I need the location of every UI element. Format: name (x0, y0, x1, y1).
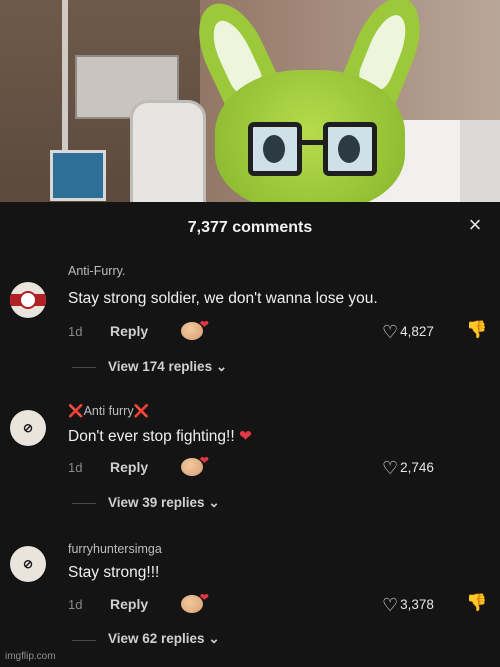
crossed-paw-icon: ⊘ (22, 421, 34, 435)
comment-item: ⊘ furryhuntersimga Stay strong!!! 1d Rep… (0, 526, 500, 662)
cross-mark-icon: ❌ (68, 404, 84, 418)
bed-rail-right (460, 120, 500, 202)
divider (72, 367, 96, 368)
divider (72, 503, 96, 504)
comment-text: Stay strong!!! (68, 564, 160, 581)
dislike-icon[interactable]: 👎 (466, 320, 487, 340)
reaction-emoji-icon[interactable]: ❤ (181, 592, 209, 613)
comment-age: 1d (68, 597, 83, 612)
comment-age: 1d (68, 324, 83, 339)
glasses-lens-left (248, 122, 302, 176)
bed-rail-left (130, 100, 206, 202)
like-button[interactable]: ♡ 2,746 (382, 458, 434, 479)
watermark: imgflip.com (5, 651, 56, 662)
view-replies-button[interactable]: View 62 replies ⌄ (108, 631, 220, 647)
comment-age: 1d (68, 460, 83, 475)
dislike-icon[interactable]: 👎 (466, 593, 487, 613)
glasses-lens-right (323, 122, 377, 176)
comment-username[interactable]: Anti-Furry. (68, 264, 125, 278)
patient-monitor (50, 150, 106, 201)
glasses-bridge (298, 140, 326, 145)
red-heart-icon: ❤ (238, 428, 252, 445)
view-replies-button[interactable]: View 174 replies ⌄ (108, 359, 227, 375)
chevron-down-icon: ⌄ (208, 631, 220, 646)
heart-outline-icon: ♡ (382, 322, 399, 342)
like-button[interactable]: ♡ 3,378 (382, 595, 434, 616)
reply-button[interactable]: Reply (110, 323, 148, 339)
heart-outline-icon: ♡ (382, 458, 399, 478)
crossed-paw-icon: ⊘ (22, 557, 34, 571)
reply-button[interactable]: Reply (110, 596, 148, 612)
heart-outline-icon: ♡ (382, 595, 399, 615)
comments-sheet: 7,377 comments × Anti-Furry. Stay strong… (0, 202, 500, 667)
comment-username[interactable]: ❌Anti furry❌ (68, 404, 149, 419)
cross-mark-icon: ❌ (133, 404, 150, 418)
comment-text: Stay strong soldier, we don't wanna lose… (68, 290, 378, 307)
close-icon[interactable]: × (464, 214, 486, 236)
like-count: 2,746 (400, 460, 434, 475)
view-replies-button[interactable]: View 39 replies ⌄ (108, 495, 220, 511)
chevron-down-icon: ⌄ (208, 495, 220, 510)
avatar[interactable]: ⊘ (10, 546, 46, 582)
divider (72, 640, 96, 641)
reaction-emoji-icon[interactable]: ❤ (181, 455, 209, 476)
reaction-emoji-icon[interactable]: ❤ (181, 319, 209, 340)
comment-username[interactable]: furryhuntersimga (68, 542, 162, 556)
avatar[interactable]: ⊘ (10, 410, 46, 446)
reply-button[interactable]: Reply (110, 459, 148, 475)
post-photo (0, 0, 500, 202)
chevron-down-icon: ⌄ (215, 359, 228, 374)
comment-text: Don't ever stop fighting!! ❤ (68, 428, 252, 445)
avatar[interactable] (10, 282, 46, 318)
like-count: 4,827 (400, 324, 434, 339)
like-count: 3,378 (400, 597, 434, 612)
like-button[interactable]: ♡ 4,827 (382, 322, 434, 343)
comment-item: Anti-Furry. Stay strong soldier, we don'… (0, 254, 500, 390)
comment-item: ⊘ ❌Anti furry❌ Don't ever stop fighting!… (0, 390, 500, 526)
comments-count-title: 7,377 comments (187, 219, 313, 236)
